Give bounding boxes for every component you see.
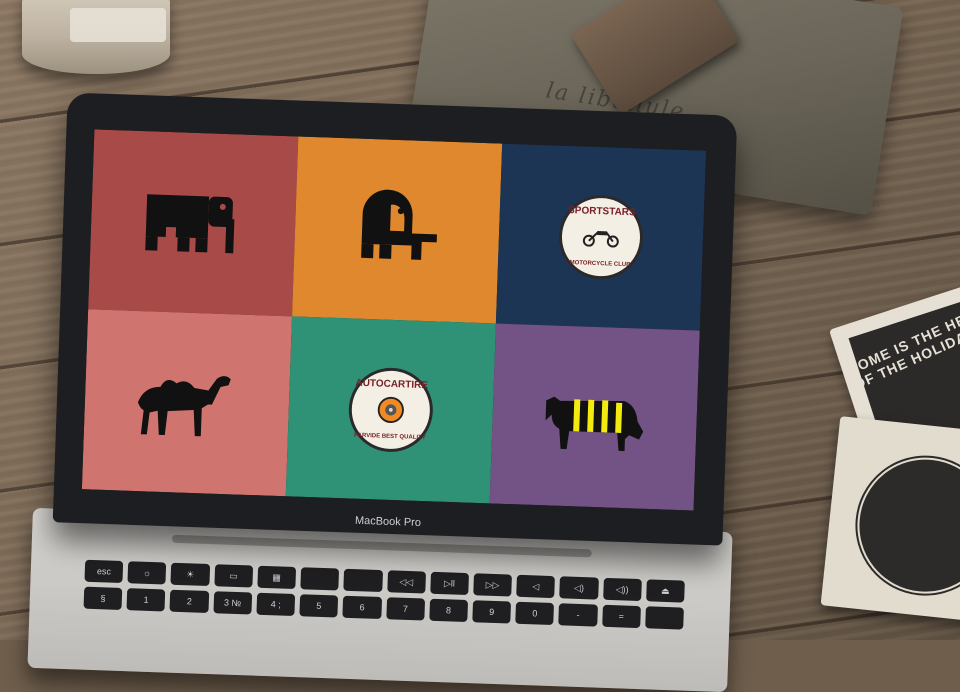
laptop-lid: SPORTSTARS MOTORCYCLE CLUB AUTOCARTIRE P… bbox=[52, 92, 738, 546]
elephant-round-icon bbox=[361, 189, 437, 260]
keyboard-key[interactable]: ⏏ bbox=[645, 579, 685, 603]
keyboard-key[interactable]: 2 bbox=[169, 589, 209, 614]
keyboard-key[interactable]: ◁) bbox=[559, 576, 599, 600]
keyboard-key[interactable]: ◁ bbox=[516, 574, 556, 599]
keyboard-key[interactable] bbox=[300, 567, 340, 591]
keyboard-key[interactable]: 1 bbox=[126, 588, 166, 612]
tile-sportstars: SPORTSTARS MOTORCYCLE CLUB bbox=[495, 143, 707, 331]
keyboard-key[interactable]: ◁◁ bbox=[386, 570, 426, 594]
keyboard-key[interactable]: 5 bbox=[299, 594, 339, 618]
tile-autocartire: AUTOCARTIRE PARVIDE BEST QUALITY bbox=[285, 316, 496, 504]
tile-cow bbox=[489, 323, 700, 511]
sportstars-subtitle: MOTORCYCLE CLUB bbox=[569, 260, 631, 269]
tile-camel bbox=[81, 309, 293, 497]
autocartire-subtitle: PARVIDE BEST QUALITY bbox=[353, 432, 426, 442]
keyboard-key[interactable]: ▭ bbox=[214, 564, 253, 588]
jar-label bbox=[70, 8, 166, 42]
cow-icon bbox=[545, 396, 644, 452]
keyboard-key[interactable]: ▦ bbox=[257, 565, 297, 590]
coaster-ring bbox=[846, 446, 960, 605]
keyboard-key[interactable]: 3 № bbox=[213, 591, 253, 615]
tire-icon bbox=[377, 396, 404, 423]
keyboard-key[interactable]: 4 ; bbox=[256, 592, 296, 617]
keyboard-key[interactable]: § bbox=[83, 586, 123, 610]
jar-lid bbox=[22, 0, 170, 74]
keyboard-key[interactable]: = bbox=[601, 604, 641, 629]
tile-elephant-round bbox=[292, 136, 503, 324]
motorcycle-icon bbox=[582, 231, 619, 248]
keyboard-key[interactable]: 0 bbox=[515, 601, 555, 626]
keyboard-key[interactable]: 7 bbox=[385, 597, 425, 621]
coaster-bottom bbox=[820, 416, 960, 624]
keyboard-key[interactable]: ☼ bbox=[127, 561, 167, 585]
laptop-screen: SPORTSTARS MOTORCYCLE CLUB AUTOCARTIRE P… bbox=[81, 129, 707, 511]
sportstars-badge: SPORTSTARS MOTORCYCLE CLUB bbox=[557, 193, 645, 281]
camel-icon bbox=[137, 376, 231, 437]
keyboard-key[interactable]: 9 bbox=[472, 600, 512, 624]
keyboard-key[interactable]: ☀ bbox=[170, 562, 210, 587]
keyboard-key[interactable]: - bbox=[558, 603, 598, 627]
keyboard-key[interactable] bbox=[343, 568, 383, 593]
keyboard-key[interactable]: esc bbox=[84, 559, 124, 584]
keyboard-key[interactable]: 6 bbox=[342, 595, 382, 620]
keyboard-key[interactable]: ▷▷ bbox=[473, 573, 513, 597]
keyboard-key[interactable] bbox=[644, 606, 684, 630]
autocartire-title: AUTOCARTIRE bbox=[355, 377, 429, 392]
sportstars-title: SPORTSTARS bbox=[567, 204, 636, 219]
keyboard-key[interactable]: 8 bbox=[429, 598, 468, 623]
keyboard-key[interactable]: ◁)) bbox=[602, 577, 642, 602]
tile-elephant-block bbox=[88, 129, 299, 317]
keyboard-key[interactable]: ▷ll bbox=[429, 571, 469, 596]
keyboard: esc ☼ ☀ ▭ ▦ ◁◁ ▷ll ▷▷ ◁ ◁) ◁)) ⏏ § 1 2 3 № 4 ; 5 6 7 8 9 0- = bbox=[83, 559, 685, 630]
elephant-block-icon bbox=[145, 194, 235, 254]
autocartire-badge: AUTOCARTIRE PARVIDE BEST QUALITY bbox=[347, 366, 435, 454]
